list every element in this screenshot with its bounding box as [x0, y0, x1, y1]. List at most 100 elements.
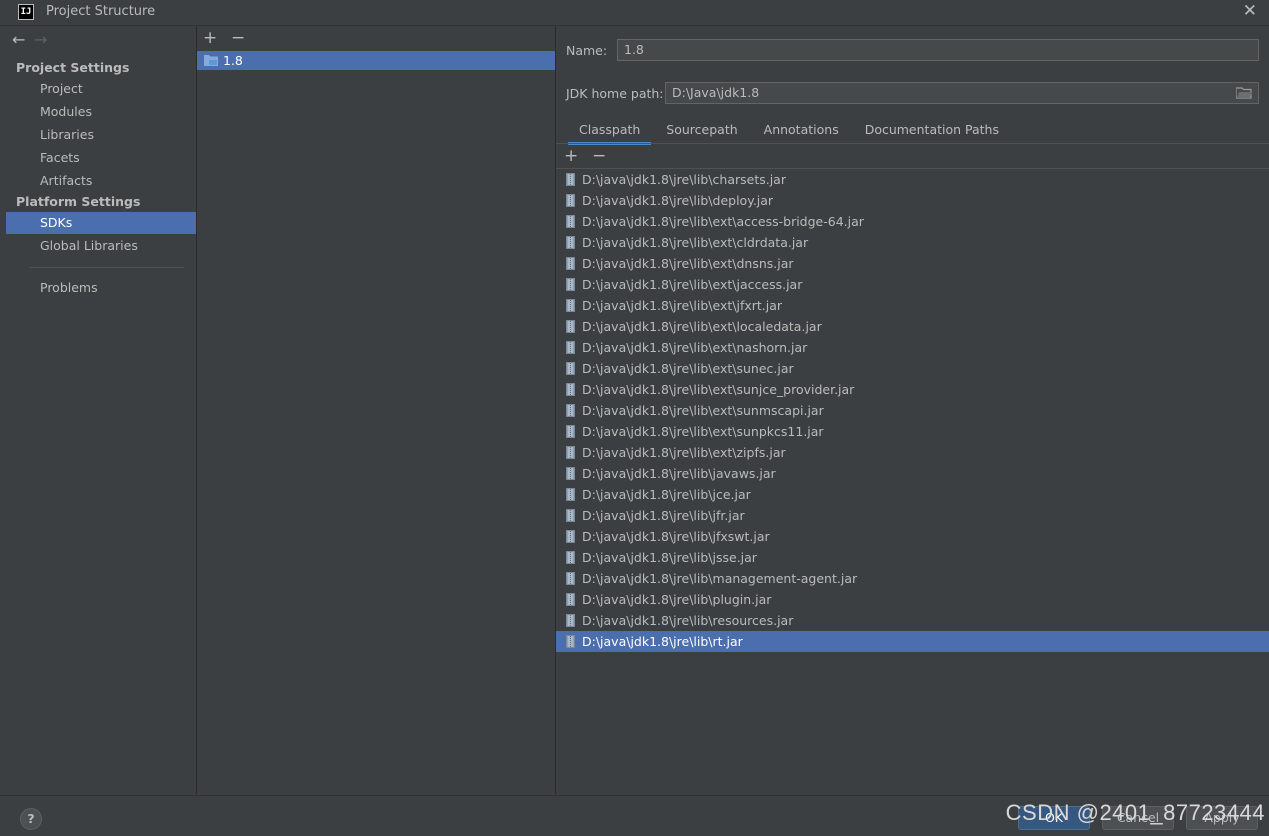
- classpath-row[interactable]: D:\java\jdk1.8\jre\lib\charsets.jar: [556, 169, 1269, 190]
- jar-icon: [566, 383, 575, 396]
- back-arrow-icon[interactable]: ←: [12, 30, 30, 49]
- classpath-path: D:\java\jdk1.8\jre\lib\plugin.jar: [582, 592, 772, 607]
- classpath-row[interactable]: D:\java\jdk1.8\jre\lib\ext\cldrdata.jar: [556, 232, 1269, 253]
- classpath-path: D:\java\jdk1.8\jre\lib\management-agent.…: [582, 571, 858, 586]
- classpath-row[interactable]: D:\java\jdk1.8\jre\lib\ext\access-bridge…: [556, 211, 1269, 232]
- classpath-row[interactable]: D:\java\jdk1.8\jre\lib\jsse.jar: [556, 547, 1269, 568]
- nav-item-libraries[interactable]: Libraries: [6, 124, 196, 146]
- name-field[interactable]: 1.8: [617, 39, 1259, 61]
- tabs-divider: [556, 143, 1269, 144]
- jar-icon: [566, 278, 575, 291]
- sdk-toolbar: + −: [203, 28, 255, 48]
- jar-icon: [566, 215, 575, 228]
- classpath-row[interactable]: D:\java\jdk1.8\jre\lib\ext\sunjce_provid…: [556, 379, 1269, 400]
- nav-item-sdks[interactable]: SDKs: [6, 212, 196, 234]
- classpath-row[interactable]: D:\java\jdk1.8\jre\lib\jfr.jar: [556, 505, 1269, 526]
- classpath-path: D:\java\jdk1.8\jre\lib\ext\zipfs.jar: [582, 445, 786, 460]
- classpath-row[interactable]: D:\java\jdk1.8\jre\lib\ext\dnsns.jar: [556, 253, 1269, 274]
- jar-icon: [566, 425, 575, 438]
- sdk-item-1-8[interactable]: 1.8: [197, 51, 555, 70]
- classpath-path: D:\java\jdk1.8\jre\lib\resources.jar: [582, 613, 794, 628]
- tab-sourcepath[interactable]: Sourcepath: [655, 120, 748, 142]
- title-bar: IJ Project Structure ✕: [0, 0, 1269, 26]
- platform-settings-header: Platform Settings: [16, 194, 141, 209]
- remove-classpath-button[interactable]: −: [592, 146, 616, 166]
- classpath-path: D:\java\jdk1.8\jre\lib\charsets.jar: [582, 172, 786, 187]
- classpath-path: D:\java\jdk1.8\jre\lib\ext\jfxrt.jar: [582, 298, 783, 313]
- nav-item-global-libraries[interactable]: Global Libraries: [6, 235, 196, 257]
- classpath-row[interactable]: D:\java\jdk1.8\jre\lib\management-agent.…: [556, 568, 1269, 589]
- classpath-path: D:\java\jdk1.8\jre\lib\javaws.jar: [582, 466, 776, 481]
- add-sdk-button[interactable]: +: [203, 28, 227, 48]
- jar-icon: [566, 614, 575, 627]
- classpath-path: D:\java\jdk1.8\jre\lib\jce.jar: [582, 487, 751, 502]
- classpath-row[interactable]: D:\java\jdk1.8\jre\lib\plugin.jar: [556, 589, 1269, 610]
- watermark-text: CSDN @2401_87723444: [1005, 800, 1265, 825]
- classpath-path: D:\java\jdk1.8\jre\lib\ext\sunjce_provid…: [582, 382, 855, 397]
- sdk-list-panel: + − 1.8: [197, 26, 556, 794]
- classpath-path: D:\java\jdk1.8\jre\lib\rt.jar: [582, 634, 743, 649]
- close-icon[interactable]: ✕: [1243, 1, 1257, 21]
- classpath-row[interactable]: D:\java\jdk1.8\jre\lib\jfxswt.jar: [556, 526, 1269, 547]
- classpath-row[interactable]: D:\java\jdk1.8\jre\lib\deploy.jar: [556, 190, 1269, 211]
- nav-divider: [30, 267, 184, 268]
- jar-icon: [566, 341, 575, 354]
- jdk-folder-icon: [204, 55, 218, 66]
- jar-icon: [566, 509, 575, 522]
- classpath-row[interactable]: D:\java\jdk1.8\jre\lib\ext\nashorn.jar: [556, 337, 1269, 358]
- jar-icon: [566, 446, 575, 459]
- classpath-toolbar: + −: [564, 146, 616, 166]
- tab-documentation-paths[interactable]: Documentation Paths: [854, 120, 1010, 142]
- jar-icon: [566, 320, 575, 333]
- nav-arrows: ← →: [12, 30, 52, 50]
- classpath-path: D:\java\jdk1.8\jre\lib\ext\sunec.jar: [582, 361, 794, 376]
- classpath-row[interactable]: D:\java\jdk1.8\jre\lib\resources.jar: [556, 610, 1269, 631]
- project-settings-header: Project Settings: [16, 60, 130, 75]
- tab-classpath[interactable]: Classpath: [568, 120, 652, 145]
- remove-sdk-button[interactable]: −: [231, 28, 255, 48]
- jar-icon: [566, 299, 575, 312]
- path-tabs: Classpath Sourcepath Annotations Documen…: [568, 120, 1010, 145]
- help-button[interactable]: ?: [20, 808, 42, 830]
- jar-icon: [566, 236, 575, 249]
- classpath-path: D:\java\jdk1.8\jre\lib\ext\sunmscapi.jar: [582, 403, 824, 418]
- classpath-path: D:\java\jdk1.8\jre\lib\ext\cldrdata.jar: [582, 235, 809, 250]
- jdk-home-path-value: D:\Java\jdk1.8: [672, 85, 760, 100]
- classpath-row[interactable]: D:\java\jdk1.8\jre\lib\javaws.jar: [556, 463, 1269, 484]
- classpath-row[interactable]: D:\java\jdk1.8\jre\lib\ext\zipfs.jar: [556, 442, 1269, 463]
- classpath-path: D:\java\jdk1.8\jre\lib\ext\sunpkcs11.jar: [582, 424, 824, 439]
- tab-annotations[interactable]: Annotations: [753, 120, 850, 142]
- classpath-row[interactable]: D:\java\jdk1.8\jre\lib\ext\sunec.jar: [556, 358, 1269, 379]
- classpath-row[interactable]: D:\java\jdk1.8\jre\lib\ext\sunmscapi.jar: [556, 400, 1269, 421]
- classpath-row[interactable]: D:\java\jdk1.8\jre\lib\rt.jar: [556, 631, 1269, 652]
- classpath-row[interactable]: D:\java\jdk1.8\jre\lib\ext\jaccess.jar: [556, 274, 1269, 295]
- jar-icon: [566, 635, 575, 648]
- classpath-row[interactable]: D:\java\jdk1.8\jre\lib\ext\localedata.ja…: [556, 316, 1269, 337]
- nav-item-modules[interactable]: Modules: [6, 101, 196, 123]
- forward-arrow-icon[interactable]: →: [34, 30, 52, 49]
- classpath-row[interactable]: D:\java\jdk1.8\jre\lib\ext\jfxrt.jar: [556, 295, 1269, 316]
- classpath-path: D:\java\jdk1.8\jre\lib\ext\jaccess.jar: [582, 277, 803, 292]
- sdk-item-label: 1.8: [223, 53, 243, 68]
- classpath-path: D:\java\jdk1.8\jre\lib\ext\localedata.ja…: [582, 319, 822, 334]
- nav-item-facets[interactable]: Facets: [6, 147, 196, 169]
- classpath-row[interactable]: D:\java\jdk1.8\jre\lib\jce.jar: [556, 484, 1269, 505]
- classpath-path: D:\java\jdk1.8\jre\lib\jfxswt.jar: [582, 529, 770, 544]
- nav-item-project[interactable]: Project: [6, 78, 196, 100]
- nav-item-artifacts[interactable]: Artifacts: [6, 170, 196, 192]
- add-classpath-button[interactable]: +: [564, 146, 588, 166]
- classpath-path: D:\java\jdk1.8\jre\lib\ext\dnsns.jar: [582, 256, 794, 271]
- intellij-logo-icon: IJ: [18, 4, 34, 20]
- classpath-row[interactable]: D:\java\jdk1.8\jre\lib\ext\sunpkcs11.jar: [556, 421, 1269, 442]
- classpath-list: D:\java\jdk1.8\jre\lib\charsets.jar D:\ja…: [556, 169, 1269, 652]
- left-navigation: ← → Project Settings Project Modules Lib…: [6, 26, 197, 794]
- nav-item-problems[interactable]: Problems: [6, 277, 196, 299]
- jar-icon: [566, 593, 575, 606]
- jdk-home-path-field[interactable]: D:\Java\jdk1.8: [665, 82, 1259, 104]
- browse-folder-icon[interactable]: [1236, 87, 1252, 99]
- jar-icon: [566, 551, 575, 564]
- classpath-path: D:\java\jdk1.8\jre\lib\ext\nashorn.jar: [582, 340, 808, 355]
- jar-icon: [566, 257, 575, 270]
- classpath-path: D:\java\jdk1.8\jre\lib\ext\access-bridge…: [582, 214, 864, 229]
- sdk-detail-panel: Name: 1.8 JDK home path: D:\Java\jdk1.8 …: [556, 26, 1269, 794]
